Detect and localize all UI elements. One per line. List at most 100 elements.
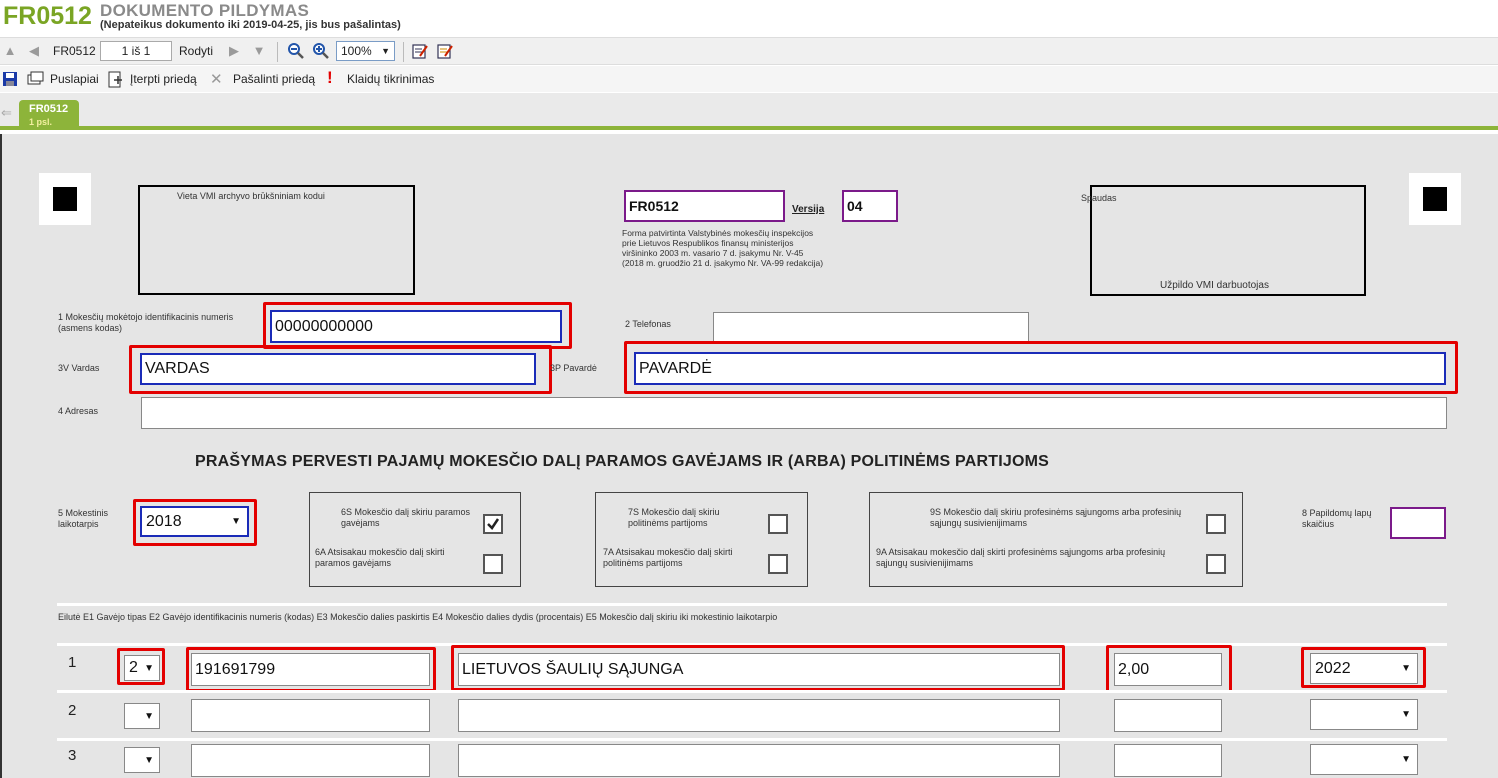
show-button[interactable]: Rodyti — [179, 44, 213, 58]
row-1-year-value: 2022 — [1315, 659, 1351, 677]
remove-attachment-button[interactable]: Pašalinti priedą — [233, 72, 315, 86]
tab-page-label: 1 psl. — [29, 117, 53, 127]
field-2-label: 2 Telefonas — [625, 319, 671, 329]
version-field: 04 — [842, 190, 898, 222]
arrow-down-icon[interactable]: ▼ — [251, 43, 267, 58]
row-1-year-select[interactable]: 2022 ▼ — [1310, 653, 1418, 684]
row-3-purpose-input[interactable] — [458, 744, 1060, 777]
address-input[interactable] — [141, 397, 1447, 429]
field-6a-checkbox[interactable] — [483, 554, 503, 574]
arrow-up-icon[interactable]: ▲ — [2, 43, 18, 58]
row-number: 2 — [68, 702, 77, 719]
chevron-down-icon: ▼ — [231, 516, 241, 527]
row-2-year-select[interactable]: ▼ — [1310, 699, 1418, 730]
zoom-in-icon[interactable] — [312, 42, 330, 60]
row-1-type-value: 2 — [129, 659, 138, 676]
row-2-purpose-input[interactable] — [458, 699, 1060, 732]
arrow-left-icon[interactable]: ◀ — [26, 43, 42, 59]
chevron-down-icon: ▼ — [1401, 709, 1411, 720]
chevron-down-icon: ▼ — [144, 662, 154, 674]
page-indicator-input[interactable]: 1 iš 1 — [100, 41, 172, 61]
arrow-right-icon[interactable]: ▶ — [226, 43, 242, 59]
archive-label: Vieta VMI archyvo brūkšniniam kodui — [177, 191, 325, 201]
row-1-purpose-input[interactable]: LIETUVOS ŠAULIŲ SĄJUNGA — [458, 653, 1060, 686]
corner-marker-left — [39, 173, 91, 225]
stamp-footer: Užpildo VMI darbuotojas — [1160, 280, 1269, 291]
taxpayer-id-input[interactable]: 00000000000 — [270, 310, 562, 343]
row-1-percent-input[interactable]: 2,00 — [1114, 653, 1222, 686]
row-1-id-input[interactable]: 191691799 — [191, 653, 430, 686]
row-3-id-input[interactable] — [191, 744, 430, 777]
toolbar-form-code: FR0512 — [53, 44, 96, 58]
version-label: Versija — [792, 204, 825, 215]
approval-text: Forma patvirtinta Valstybinės mokesčių i… — [622, 228, 824, 268]
row-3-year-select[interactable]: ▼ — [1310, 744, 1418, 775]
field-7a-checkbox[interactable] — [768, 554, 788, 574]
pages-button[interactable]: Puslapiai — [50, 72, 99, 86]
last-name-input[interactable]: PAVARDĖ — [634, 352, 1446, 385]
zoom-value: 100% — [341, 44, 372, 58]
error-check-button[interactable]: Klaidų tikrinimas — [347, 72, 434, 86]
table-header: Eilutė E1 Gavėjo tipas E2 Gavėjo identif… — [58, 612, 778, 622]
first-name-input[interactable]: VARDAS — [140, 353, 536, 385]
row-number: 3 — [68, 747, 77, 764]
additional-pages-input[interactable] — [1390, 507, 1446, 539]
save-icon[interactable] — [2, 71, 18, 87]
pages-icon — [27, 71, 45, 87]
edit-form-alt-icon[interactable] — [436, 42, 454, 60]
field-9s-checkbox[interactable] — [1206, 514, 1226, 534]
close-icon: ✕ — [210, 71, 223, 88]
field-6a-label: 6A Atsisakau mokesčio dalį skirti paramo… — [315, 547, 445, 568]
form-code-title: FR0512 — [3, 2, 92, 30]
table-divider — [57, 603, 1447, 606]
warning-icon: ! — [327, 68, 333, 87]
page-title: DOKUMENTO PILDYMAS — [100, 1, 310, 20]
checkmark-icon — [487, 518, 500, 530]
field-9s-label: 9S Mokesčio dalį skiriu profesinėms sąju… — [930, 507, 1182, 528]
field-9a-label: 9A Atsisakau mokesčio dalį skirti profes… — [876, 547, 1166, 568]
chevron-down-icon: ▼ — [1401, 754, 1411, 765]
field-9a-checkbox[interactable] — [1206, 554, 1226, 574]
tab-bar — [0, 93, 1498, 130]
field-5-label: 5 Mokestinis laikotarpis — [58, 508, 109, 529]
row-number: 1 — [68, 654, 77, 671]
chevron-down-icon: ▼ — [1401, 663, 1411, 674]
zoom-out-icon[interactable] — [287, 42, 305, 60]
phone-input[interactable] — [713, 312, 1029, 342]
tab-back-icon[interactable]: ⇐ — [1, 105, 12, 121]
tax-period-value: 2018 — [146, 512, 182, 530]
toolbar-divider — [277, 42, 278, 62]
insert-attachment-button[interactable]: Įterpti priedą — [130, 72, 197, 86]
field-6s-label: 6S Mokesčio dalį skiriu paramos gavėjams — [341, 507, 471, 528]
field-7s-label: 7S Mokesčio dalį skiriu politinėms parti… — [628, 507, 720, 528]
field-1-label: 1 Mokesčių mokėtojo identifikacinis nume… — [58, 312, 234, 333]
row-2-type-select[interactable]: ▼ — [124, 703, 160, 729]
form-heading: PRAŠYMAS PERVESTI PAJAMŲ MOKESČIO DALĮ P… — [195, 453, 1050, 470]
row-3-percent-input[interactable] — [1114, 744, 1222, 777]
table-divider — [57, 738, 1447, 741]
row-2-id-input[interactable] — [191, 699, 430, 732]
field-8-label: 8 Papildomų lapų skaičius — [1302, 508, 1372, 529]
field-6s-checkbox[interactable] — [483, 514, 503, 534]
row-1-type-select[interactable]: 2 ▼ — [124, 655, 160, 681]
field-7s-checkbox[interactable] — [768, 514, 788, 534]
row-3-type-select[interactable]: ▼ — [124, 747, 160, 773]
stamp-label: Spaudas — [1081, 193, 1117, 203]
field-3v-label: 3V Vardas — [58, 363, 100, 373]
chevron-down-icon: ▼ — [144, 754, 154, 766]
field-7a-label: 7A Atsisakau mokesčio dalį skirti politi… — [603, 547, 733, 568]
form-code-field: FR0512 — [624, 190, 785, 222]
tab-label: FR0512 — [29, 103, 69, 115]
navigation-toolbar — [0, 37, 1498, 65]
chevron-down-icon: ▼ — [144, 710, 154, 722]
edit-form-icon[interactable] — [411, 42, 429, 60]
insert-attachment-icon — [108, 71, 124, 89]
chevron-down-icon: ▼ — [381, 46, 390, 56]
field-3p-label: 3P Pavardė — [550, 363, 597, 373]
field-4-label: 4 Adresas — [58, 406, 99, 416]
tax-period-select[interactable]: 2018 ▼ — [140, 506, 249, 537]
row-2-percent-input[interactable] — [1114, 699, 1222, 732]
zoom-select[interactable]: 100% ▼ — [336, 41, 395, 61]
toolbar-divider — [403, 42, 404, 62]
corner-marker-right — [1409, 173, 1461, 225]
